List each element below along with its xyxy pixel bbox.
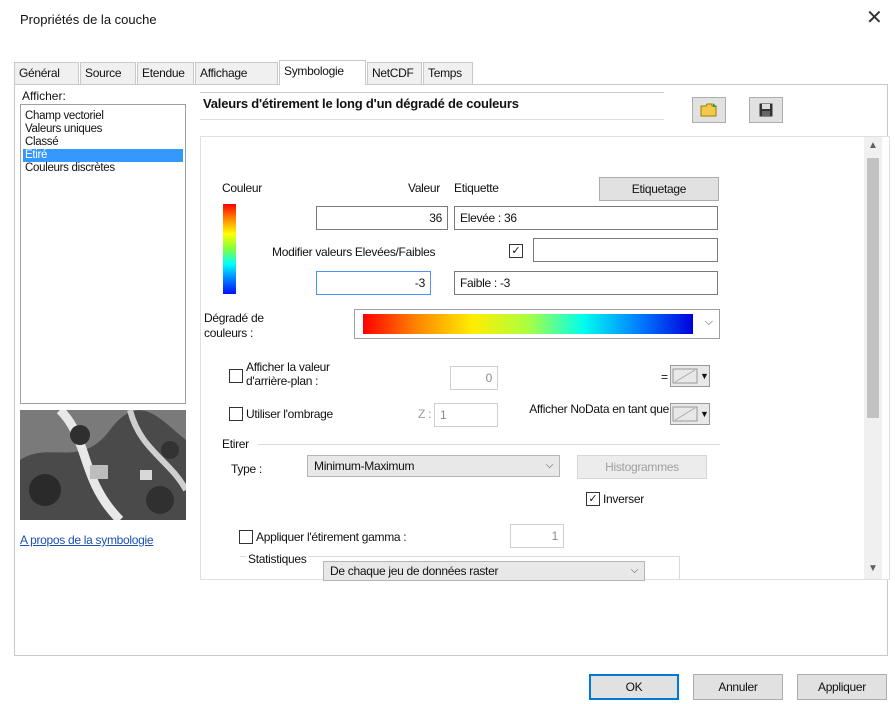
list-item-selected[interactable]: Etiré [23,149,183,162]
background-color-picker[interactable]: ▼ [670,365,710,387]
color-ramp-label: Dégradé de couleurs : [204,311,264,340]
chevron-down-icon: ⌵ [704,316,713,328]
nodata-label: Afficher NoData en tant que [529,402,669,416]
empty-color-icon [672,406,698,422]
renderer-list[interactable]: Champ vectoriel Valeurs uniques Classé E… [20,104,186,404]
chevron-down-icon: ⌵ [545,460,554,471]
nodata-color-picker[interactable]: ▼ [670,403,710,425]
modify-values-checkbox[interactable]: ✓ [509,244,523,258]
invert-checkbox[interactable]: ✓ [586,492,600,506]
statistics-value: De chaque jeu de données raster [330,564,499,578]
empty-color-icon [672,368,698,384]
tab-temps[interactable]: Temps [423,62,473,84]
stretch-group-line [258,444,720,445]
invert-label: Inverser [603,492,644,506]
statistics-label: Statistiques [246,552,309,566]
gamma-input[interactable]: 1 [510,524,564,548]
etiquetage-button[interactable]: Etiquetage [599,177,719,201]
scroll-down-icon[interactable]: ▼ [868,563,878,574]
symbology-scroll-area[interactable] [200,136,890,580]
tab-symbologie[interactable]: Symbologie [279,60,366,85]
tab-source[interactable]: Source [80,62,136,84]
cancel-button[interactable]: Annuler [693,674,783,700]
equals-label: = [661,370,668,384]
dropdown-arrow-icon: ▼ [700,409,709,419]
background-value-label: Afficher la valeur d'arrière-plan : [246,360,330,388]
stretch-type-select[interactable]: Minimum-Maximum ⌵ [307,455,560,477]
list-item[interactable]: Couleurs discrètes [23,162,183,175]
background-value-input[interactable]: 0 [450,366,498,390]
folder-icon [700,103,717,117]
list-item[interactable]: Classé [23,136,183,149]
modify-extra-input[interactable] [533,238,718,262]
list-item[interactable]: Champ vectoriel [23,110,183,123]
color-ramp-gradient [363,314,693,334]
tab-etendue[interactable]: Etendue [137,62,194,84]
ok-button[interactable]: OK [589,674,679,700]
low-value-input[interactable]: -3 [316,271,431,295]
z-label: Z : [418,407,432,421]
etiquette-label: Etiquette [454,181,499,195]
symbology-preview-image [20,410,186,520]
z-factor-input[interactable]: 1 [434,403,498,427]
tab-general[interactable]: Général [14,62,79,84]
stretch-group-label: Etirer [222,437,249,451]
background-value-checkbox[interactable] [229,369,243,383]
save-button[interactable] [749,97,783,123]
low-label-input[interactable]: Faible : -3 [454,271,718,295]
close-icon[interactable]: ✕ [866,8,883,28]
statistics-select[interactable]: De chaque jeu de données raster ⌵ [323,561,645,581]
high-label-input[interactable]: Elevée : 36 [454,206,718,230]
tab-netcdf[interactable]: NetCDF [367,62,422,84]
about-symbology-link[interactable]: A propos de la symbologie [20,533,154,547]
open-folder-button[interactable] [692,97,726,123]
stretch-type-label: Type : [231,462,262,476]
modify-values-label: Modifier valeurs Elevées/Faibles [272,245,436,259]
dropdown-arrow-icon: ▼ [700,371,709,381]
floppy-disk-icon [759,103,773,117]
gamma-checkbox[interactable] [239,530,253,544]
scrollbar-thumb[interactable] [867,158,879,418]
window-title: Propriétés de la couche [20,12,157,27]
color-ramp-vertical [223,204,236,294]
list-item[interactable]: Valeurs uniques [23,123,183,136]
show-label: Afficher: [22,89,66,103]
couleur-label: Couleur [222,181,262,195]
chevron-down-icon: ⌵ [630,565,639,576]
histograms-button[interactable]: Histogrammes [577,455,707,479]
scroll-up-icon[interactable]: ▲ [868,140,878,151]
gamma-label: Appliquer l'étirement gamma : [256,530,407,544]
hillshade-checkbox[interactable] [229,407,243,421]
valeur-label: Valeur [408,181,440,195]
hillshade-label: Utiliser l'ombrage [246,407,333,421]
high-value-input[interactable]: 36 [316,206,448,230]
header-title: Valeurs d'étirement le long d'un dégradé… [203,96,519,111]
apply-button[interactable]: Appliquer [797,674,887,700]
tab-affichage[interactable]: Affichage [195,62,278,84]
color-ramp-select[interactable]: ⌵ [354,309,720,339]
stretch-type-value: Minimum-Maximum [314,459,415,473]
